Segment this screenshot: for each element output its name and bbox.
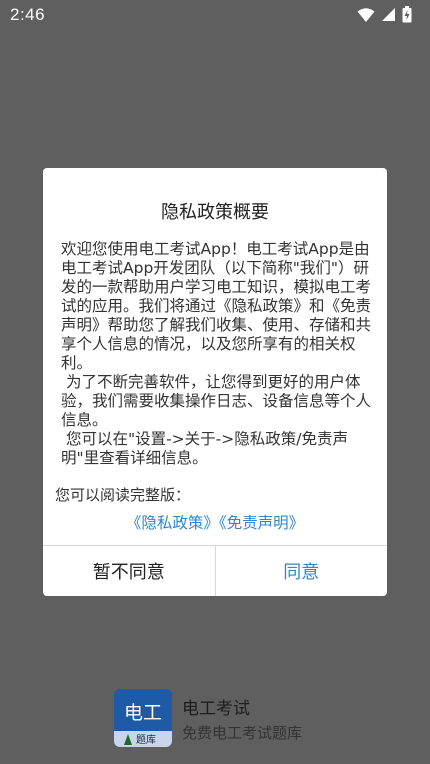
- app-icon-text: 电工: [123, 702, 162, 724]
- disagree-button[interactable]: 暂不同意: [43, 546, 216, 596]
- dialog-paragraph-settings: 您可以在"设置->关于->隐私政策/免责声明"里查看详细信息。: [61, 430, 348, 467]
- cellular-signal-icon: [382, 8, 395, 21]
- app-name: 电工考试: [182, 699, 250, 719]
- dialog-title: 隐私政策概要: [161, 202, 269, 223]
- disclaimer-link[interactable]: 《免责声明》: [219, 514, 304, 532]
- status-icons: [357, 6, 412, 23]
- app-subtitle: 免费电工考试题库: [182, 724, 303, 742]
- dialog-paragraph-collection: 为了不断完善软件，让您得到更好的用户体验，我们需要收集操作日志、设备信息等个人信…: [61, 373, 372, 429]
- wifi-icon: [357, 7, 375, 22]
- dialog-body: 欢迎您使用电工考试App！电工考试App是由电工考试App开发团队（以下简称"我…: [61, 240, 371, 468]
- battery-charging-icon: [402, 6, 412, 23]
- privacy-policy-dialog: 隐私政策概要 欢迎您使用电工考试App！电工考试App是由电工考试App开发团队…: [43, 168, 387, 596]
- tree-icon: [124, 734, 132, 745]
- app-branding: 电工 题库 电工考试 免费电工考试题库: [114, 689, 374, 749]
- status-time: 2:46: [10, 5, 46, 24]
- agree-button[interactable]: 同意: [216, 546, 388, 596]
- privacy-policy-link[interactable]: 《隐私政策》: [126, 514, 219, 532]
- dialog-paragraph-intro: 欢迎您使用电工考试App！电工考试App是由电工考试App开发团队（以下简称"我…: [61, 240, 372, 372]
- policy-links: 《隐私政策》《免责声明》: [43, 511, 387, 533]
- app-icon-band: 题库: [114, 731, 172, 747]
- app-icon-subtext: 题库: [136, 735, 156, 746]
- dialog-button-row: 暂不同意 同意: [43, 545, 387, 596]
- read-full-label: 您可以阅读完整版：: [55, 486, 191, 504]
- status-bar: 2:46: [0, 0, 430, 30]
- app-icon: 电工 题库: [114, 689, 172, 747]
